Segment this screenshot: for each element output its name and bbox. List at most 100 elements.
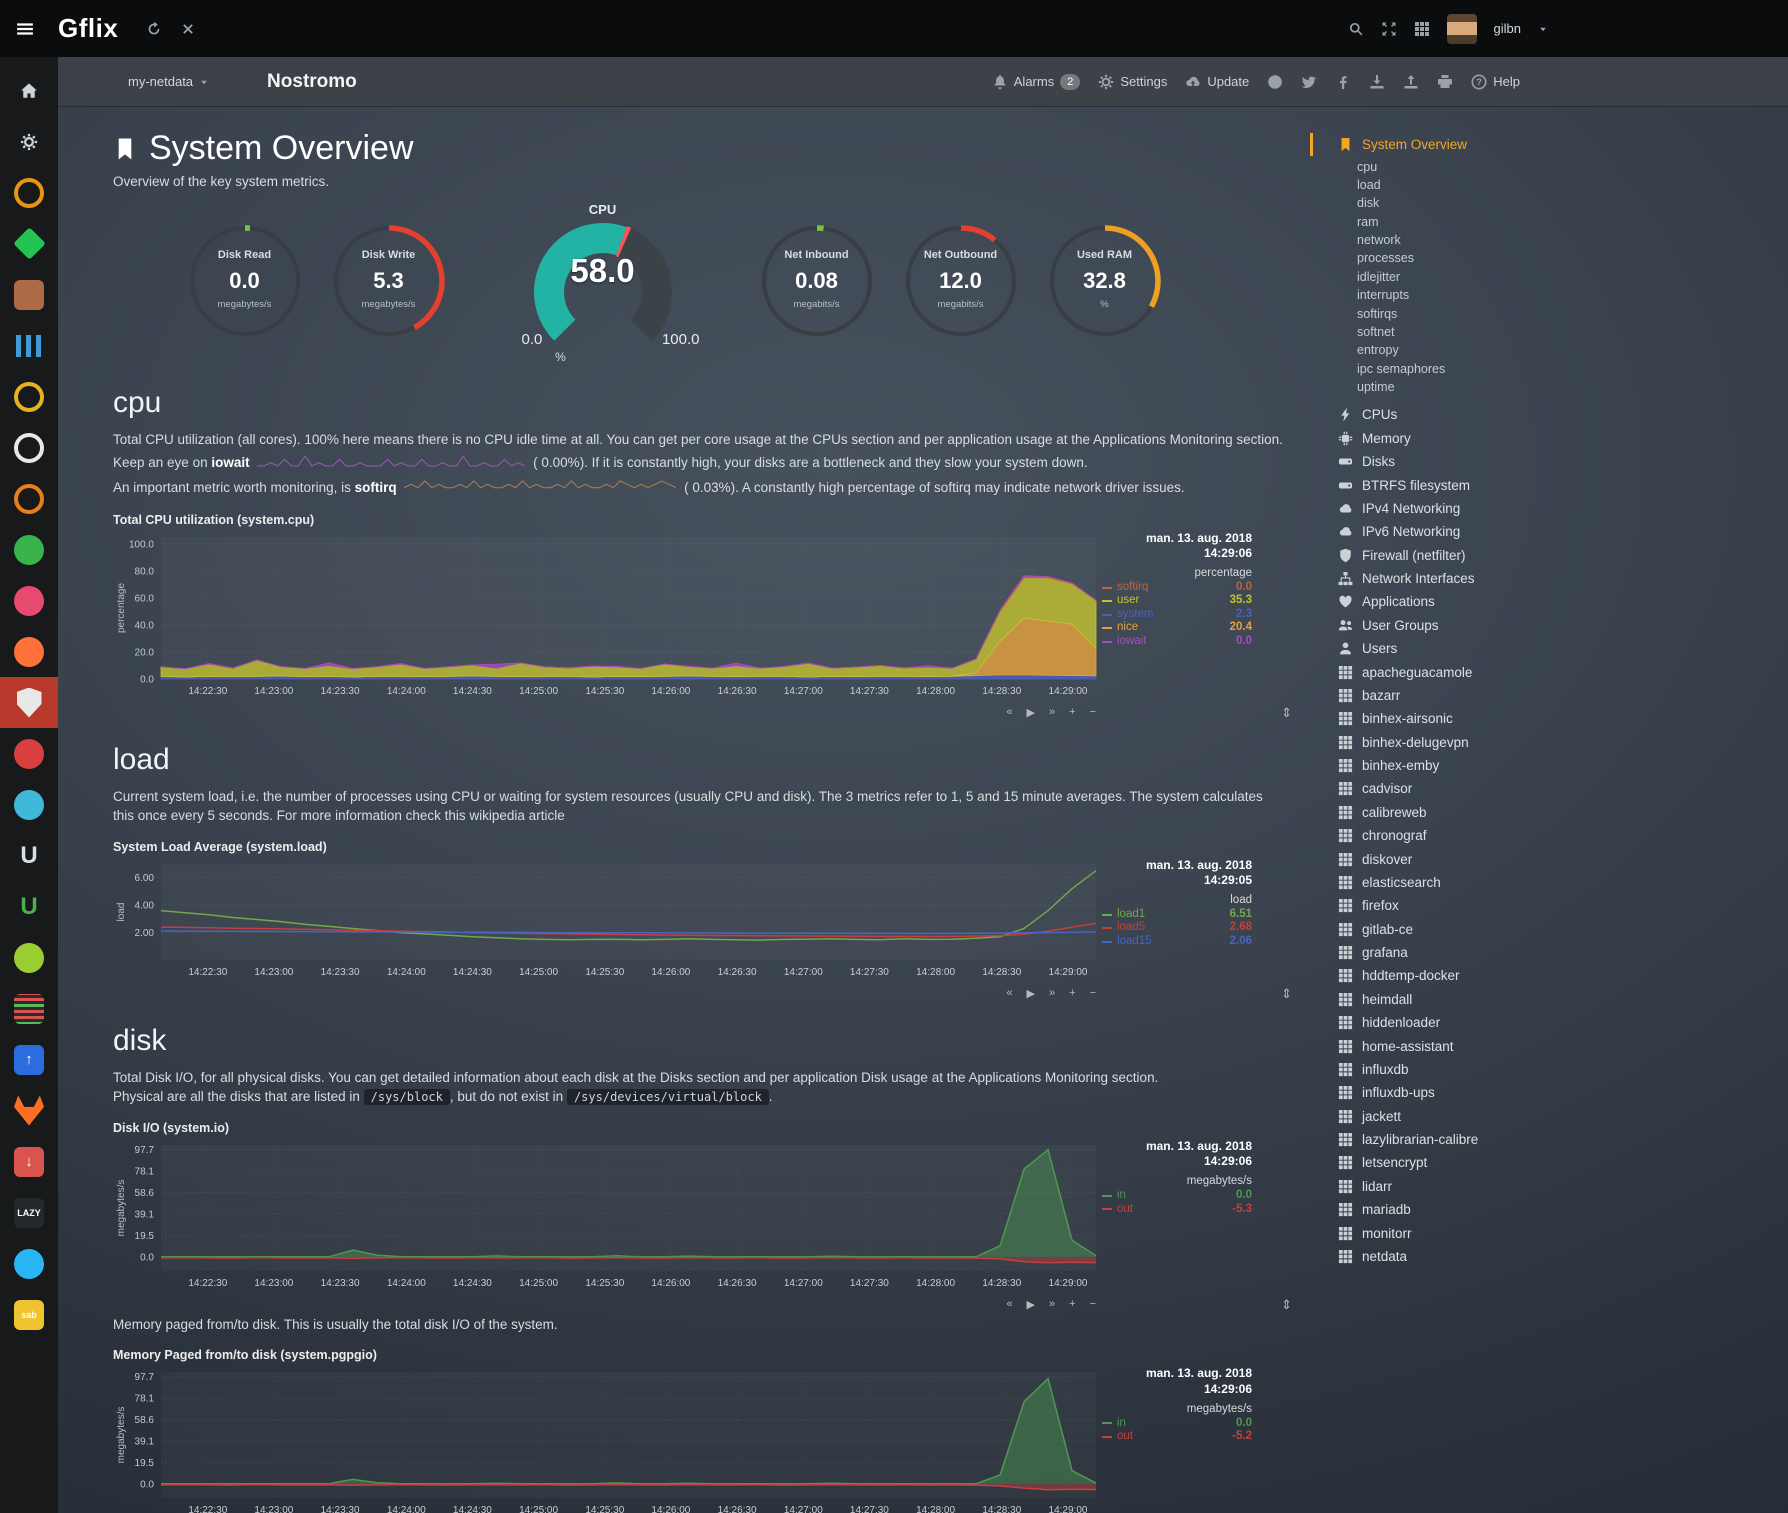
- chart-system-cpu[interactable]: Total CPU utilization (system.cpu) 0.020…: [113, 511, 1296, 719]
- settings-button[interactable]: Settings: [1098, 74, 1167, 90]
- chart-plot[interactable]: 0.020.040.060.080.0100.014:22:3014:23:00…: [113, 531, 1102, 706]
- facebook-icon[interactable]: [1335, 74, 1351, 90]
- sidebar-item-binhex-emby[interactable]: binhex-emby: [1310, 754, 1788, 777]
- chart-pan-left[interactable]: «: [1006, 1298, 1012, 1311]
- chart-zoom-out[interactable]: −: [1090, 987, 1096, 1000]
- legend-load5[interactable]: load5 2.68: [1102, 921, 1252, 935]
- sidebar-item-jackett[interactable]: jackett: [1310, 1105, 1788, 1128]
- gauge-disk-write[interactable]: Disk Write 5.3 megabytes/s: [330, 222, 448, 344]
- sidebar-item-lazylibrarian-calibre[interactable]: lazylibrarian-calibre: [1310, 1128, 1788, 1151]
- legend-user[interactable]: user 35.3: [1102, 594, 1252, 608]
- sidebar-subitem-uptime[interactable]: uptime: [1310, 378, 1788, 396]
- sidebar-item-mariadb[interactable]: mariadb: [1310, 1198, 1788, 1221]
- sidebar-item-influxdb-ups[interactable]: influxdb-ups: [1310, 1081, 1788, 1104]
- app-icon-home[interactable]: [0, 65, 58, 116]
- chart-resize-handle[interactable]: ⇕: [1281, 1297, 1292, 1313]
- sidebar-item-ipv6-networking[interactable]: IPv6 Networking: [1310, 520, 1788, 543]
- legend-softirq[interactable]: softirq 0.0: [1102, 581, 1252, 595]
- chart-resize-handle[interactable]: ⇕: [1281, 986, 1292, 1002]
- sidebar-item-elasticsearch[interactable]: elasticsearch: [1310, 871, 1788, 894]
- server-dropdown[interactable]: my-netdata: [128, 74, 209, 89]
- sidebar-subitem-ram[interactable]: ram: [1310, 213, 1788, 231]
- sidebar-subitem-idlejitter[interactable]: idlejitter: [1310, 268, 1788, 286]
- app-icon-bars-tile-app[interactable]: [0, 983, 58, 1034]
- sidebar-item-hddtemp-docker[interactable]: hddtemp-docker: [1310, 964, 1788, 987]
- sidebar-item-apacheguacamole[interactable]: apacheguacamole: [1310, 660, 1788, 683]
- app-icon-red-cluster-app[interactable]: [0, 728, 58, 779]
- username[interactable]: gilbn: [1494, 21, 1521, 36]
- sidebar-item-btrfs-filesystem[interactable]: BTRFS filesystem: [1310, 473, 1788, 496]
- chart-pan-left[interactable]: «: [1006, 987, 1012, 1000]
- app-icon-green-diamond-app[interactable]: [0, 218, 58, 269]
- chart-system-pgpgio[interactable]: Memory Paged from/to disk (system.pgpgio…: [113, 1346, 1296, 1513]
- chart-pan-left[interactable]: «: [1006, 706, 1012, 719]
- app-icon-green-u-app[interactable]: U: [0, 881, 58, 932]
- upload-icon[interactable]: [1403, 74, 1419, 90]
- download-icon[interactable]: [1369, 74, 1385, 90]
- legend-in[interactable]: in 0.0: [1102, 1417, 1252, 1431]
- softirq-sparkline[interactable]: [404, 478, 676, 499]
- update-button[interactable]: Update: [1185, 74, 1249, 90]
- sidebar-item-firefox[interactable]: firefox: [1310, 894, 1788, 917]
- sidebar-item-hiddenloader[interactable]: hiddenloader: [1310, 1011, 1788, 1034]
- user-caret-down-icon[interactable]: [1538, 24, 1548, 34]
- app-icon-lazylibrarian-app[interactable]: LAZY: [0, 1187, 58, 1238]
- sidebar-item-network-interfaces[interactable]: Network Interfaces: [1310, 567, 1788, 590]
- sidebar-item-memory[interactable]: Memory: [1310, 427, 1788, 450]
- sidebar-subitem-processes[interactable]: processes: [1310, 249, 1788, 267]
- chart-system-io[interactable]: Disk I/O (system.io) 0.019.539.158.678.1…: [113, 1119, 1296, 1311]
- app-icon-pink-app[interactable]: [0, 575, 58, 626]
- app-icon-equalizer-app[interactable]: [0, 320, 58, 371]
- sidebar-item-diskover[interactable]: diskover: [1310, 847, 1788, 870]
- github-icon[interactable]: [1267, 74, 1283, 90]
- gauge-used-ram[interactable]: Used RAM 32.8 %: [1046, 222, 1164, 344]
- chart-system-load[interactable]: System Load Average (system.load) 2.004.…: [113, 838, 1296, 1000]
- app-icon-settings[interactable]: [0, 116, 58, 167]
- chart-play[interactable]: ▶: [1027, 987, 1035, 1000]
- app-icon-grey-u-app[interactable]: U: [0, 830, 58, 881]
- sidebar-item-gitlab-ce[interactable]: gitlab-ce: [1310, 918, 1788, 941]
- sidebar-subitem-cpu[interactable]: cpu: [1310, 157, 1788, 175]
- app-icon-drop-app[interactable]: [0, 1238, 58, 1289]
- sidebar-item-home-assistant[interactable]: home-assistant: [1310, 1034, 1788, 1057]
- app-icon-amber-ring-app[interactable]: [0, 473, 58, 524]
- sidebar-subitem-interrupts[interactable]: interrupts: [1310, 286, 1788, 304]
- app-icon-red-down-app[interactable]: ↓: [0, 1136, 58, 1187]
- fullscreen-icon[interactable]: [1381, 21, 1397, 37]
- chart-zoom-out[interactable]: −: [1090, 1298, 1096, 1311]
- sidebar-item-cpus[interactable]: CPUs: [1310, 403, 1788, 426]
- app-icon-search-ring-app[interactable]: [0, 371, 58, 422]
- app-icon-crate-app[interactable]: [0, 269, 58, 320]
- sidebar-item-letsencrypt[interactable]: letsencrypt: [1310, 1151, 1788, 1174]
- avatar[interactable]: [1447, 14, 1477, 44]
- sidebar-item-binhex-airsonic[interactable]: binhex-airsonic: [1310, 707, 1788, 730]
- app-icon-firefox-app[interactable]: [0, 626, 58, 677]
- app-icon-orange-ring-app[interactable]: [0, 167, 58, 218]
- app-icon-blue-up-app[interactable]: ↑: [0, 1034, 58, 1085]
- help-button[interactable]: ? Help: [1471, 74, 1520, 90]
- sidebar-subitem-softirqs[interactable]: softirqs: [1310, 304, 1788, 322]
- twitter-icon[interactable]: [1301, 74, 1317, 90]
- legend-nice[interactable]: nice 20.4: [1102, 621, 1252, 635]
- chart-zoom-in[interactable]: +: [1069, 1298, 1075, 1311]
- chart-pan-right[interactable]: »: [1049, 706, 1055, 719]
- sidebar-item-lidarr[interactable]: lidarr: [1310, 1175, 1788, 1198]
- sidebar-item-chronograf[interactable]: chronograf: [1310, 824, 1788, 847]
- sidebar-item-bazarr[interactable]: bazarr: [1310, 684, 1788, 707]
- legend-out[interactable]: out -5.3: [1102, 1203, 1252, 1217]
- sidebar-subitem-load[interactable]: load: [1310, 176, 1788, 194]
- sidebar-item-influxdb[interactable]: influxdb: [1310, 1058, 1788, 1081]
- sidebar-item-firewall-netfilter[interactable]: Firewall (netfilter): [1310, 544, 1788, 567]
- chart-zoom-in[interactable]: +: [1069, 987, 1075, 1000]
- gauge-disk-read[interactable]: Disk Read 0.0 megabytes/s: [186, 222, 304, 344]
- sidebar-item-monitorr[interactable]: monitorr: [1310, 1221, 1788, 1244]
- app-icon-netdata-shield-app[interactable]: [0, 677, 58, 728]
- legend-load1[interactable]: load1 6.51: [1102, 908, 1252, 922]
- app-icon-white-ring-app[interactable]: [0, 422, 58, 473]
- app-icon-teal-dots-app[interactable]: [0, 779, 58, 830]
- chart-resize-handle[interactable]: ⇕: [1281, 705, 1292, 721]
- legend-in[interactable]: in 0.0: [1102, 1189, 1252, 1203]
- chart-zoom-in[interactable]: +: [1069, 706, 1075, 719]
- app-icon-green-circle-app[interactable]: [0, 524, 58, 575]
- sidebar-item-grafana[interactable]: grafana: [1310, 941, 1788, 964]
